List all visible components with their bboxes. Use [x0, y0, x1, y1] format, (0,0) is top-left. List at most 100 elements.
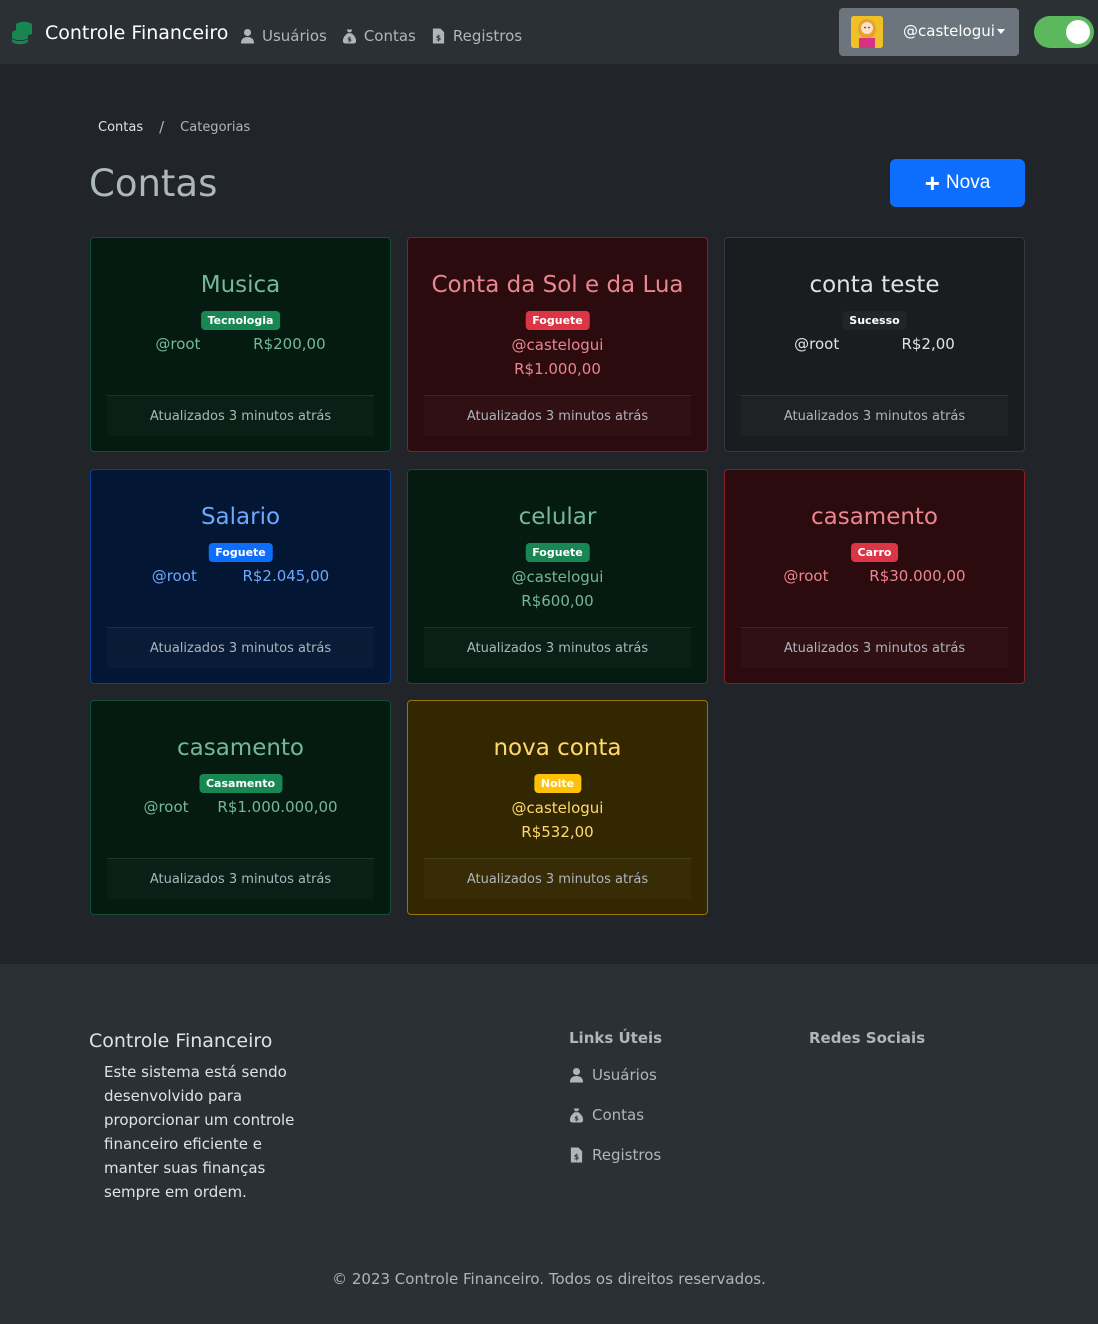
footer-link-label: Contas	[592, 1106, 645, 1124]
card-meta: @root R$1.000.000,00	[91, 797, 390, 817]
account-card[interactable]: nova conta Noite @castelogui R$532,00 At…	[407, 700, 708, 915]
card-user: @root	[783, 567, 829, 585]
breadcrumb-categorias[interactable]: Categorias	[180, 120, 250, 135]
account-card[interactable]: casamento Carro @root R$30.000,00 Atuali…	[724, 469, 1025, 684]
card-footer: Atualizados 3 minutos atrás	[424, 858, 691, 899]
breadcrumb: Contas / Categorias	[98, 118, 250, 136]
svg-text:$: $	[436, 34, 441, 43]
category-badge[interactable]: Tecnologia	[200, 311, 281, 330]
new-button-label: Nova	[945, 172, 991, 193]
category-badge[interactable]: Carro	[850, 543, 899, 562]
card-amount: R$532,00	[521, 823, 594, 841]
nav-link-label: Contas	[363, 27, 416, 45]
footer-social-title: Redes Sociais	[809, 1029, 926, 1047]
user-name: @castelogui	[903, 22, 995, 40]
card-footer: Atualizados 3 minutos atrás	[741, 395, 1008, 436]
nav-link-usuarios[interactable]: Usuários	[240, 24, 327, 48]
card-user: @root	[151, 567, 197, 585]
card-title: Salario	[200, 504, 281, 530]
card-meta: @castelogui R$1.000,00	[408, 333, 707, 381]
category-badge[interactable]: Foguete	[525, 543, 590, 562]
page-title: Contas	[89, 162, 218, 205]
card-meta: @root R$30.000,00	[725, 566, 1024, 586]
card-footer: Atualizados 3 minutos atrás	[107, 858, 374, 899]
footer-link-label: Registros	[592, 1146, 662, 1164]
nav-link-contas[interactable]: $ Contas	[342, 24, 416, 48]
copyright: © 2023 Controle Financeiro. Todos os dir…	[332, 1270, 766, 1288]
nav-link-registros[interactable]: $ Registros	[431, 24, 522, 48]
card-title: conta teste	[809, 272, 940, 298]
category-badge[interactable]: Foguete	[525, 311, 590, 330]
file-invoice-icon: $	[570, 1147, 583, 1163]
footer-link-registros[interactable]: $ Registros	[569, 1146, 661, 1164]
account-card[interactable]: Conta da Sol e da Lua Foguete @castelogu…	[407, 237, 708, 452]
category-badge[interactable]: Foguete	[208, 543, 273, 562]
footer-link-contas[interactable]: $ Contas	[569, 1106, 644, 1124]
card-footer: Atualizados 3 minutos atrás	[107, 395, 374, 436]
account-card[interactable]: Musica Tecnologia @root R$200,00 Atualiz…	[90, 237, 391, 452]
caret-down-icon	[997, 29, 1005, 34]
coins-icon	[12, 21, 32, 45]
card-title: celular	[518, 504, 597, 530]
user-dropdown-button[interactable]: @castelogui	[839, 8, 1019, 56]
footer-link-label: Usuários	[592, 1066, 657, 1084]
money-bag-icon: $	[342, 29, 356, 44]
svg-text:$: $	[574, 1115, 579, 1123]
account-card[interactable]: casamento Casamento @root R$1.000.000,00…	[90, 700, 391, 915]
theme-toggle[interactable]	[1034, 16, 1094, 48]
file-invoice-icon: $	[432, 28, 444, 44]
card-title: nova conta	[493, 735, 622, 761]
toggle-knob	[1066, 20, 1090, 44]
card-amount: R$600,00	[521, 592, 594, 610]
account-card[interactable]: Salario Foguete @root R$2.045,00 Atualiz…	[90, 469, 391, 684]
card-meta: @castelogui R$600,00	[408, 565, 707, 613]
card-footer: Atualizados 3 minutos atrás	[107, 627, 374, 668]
card-meta: @root R$2,00	[725, 334, 1024, 354]
category-badge[interactable]: Casamento	[198, 774, 283, 793]
user-icon	[240, 28, 255, 44]
footer-description: Este sistema está sendo desenvolvido par…	[104, 1063, 295, 1201]
nav-link-label: Usuários	[262, 27, 327, 45]
footer-links-title: Links Úteis	[569, 1029, 663, 1047]
card-amount: R$1.000,00	[514, 360, 601, 378]
brand-link[interactable]: Controle Financeiro	[11, 20, 228, 46]
card-amount: R$200,00	[253, 335, 326, 353]
svg-text:$: $	[574, 1153, 579, 1162]
nav-link-label: Registros	[452, 27, 523, 45]
new-account-button[interactable]: + Nova	[890, 159, 1025, 207]
breadcrumb-contas[interactable]: Contas	[98, 120, 143, 135]
card-user: @root	[794, 335, 840, 353]
card-meta: @root R$200,00	[91, 334, 390, 354]
card-footer: Atualizados 3 minutos atrás	[741, 627, 1008, 668]
breadcrumb-separator: /	[159, 118, 165, 136]
svg-text:$: $	[347, 36, 352, 44]
account-card[interactable]: conta teste Sucesso @root R$2,00 Atualiz…	[724, 237, 1025, 452]
card-amount: R$2.045,00	[242, 567, 330, 585]
card-footer: Atualizados 3 minutos atrás	[424, 395, 691, 436]
card-user: @castelogui	[511, 336, 604, 354]
brand-name: Controle Financeiro	[45, 22, 229, 44]
category-badge[interactable]: Sucesso	[842, 311, 907, 330]
card-amount: R$30.000,00	[869, 567, 966, 585]
card-title: Musica	[200, 272, 281, 298]
card-meta: @castelogui R$532,00	[408, 796, 707, 844]
card-user: @root	[155, 335, 201, 353]
footer-link-usuarios[interactable]: Usuários	[569, 1066, 657, 1084]
account-card[interactable]: celular Foguete @castelogui R$600,00 Atu…	[407, 469, 708, 684]
category-badge[interactable]: Noite	[533, 774, 582, 793]
avatar-image	[851, 16, 883, 48]
card-user: @castelogui	[511, 568, 604, 586]
user-icon	[569, 1067, 584, 1083]
site-footer: Controle Financeiro Este sistema está se…	[0, 964, 1098, 1324]
card-meta: @root R$2.045,00	[91, 566, 390, 586]
card-amount: R$2,00	[901, 335, 955, 353]
card-title: Conta da Sol e da Lua	[431, 272, 684, 298]
card-amount: R$1.000.000,00	[217, 798, 338, 816]
card-user: @castelogui	[511, 799, 604, 817]
footer-title: Controle Financeiro	[89, 1030, 273, 1052]
card-user: @root	[143, 798, 189, 816]
card-footer: Atualizados 3 minutos atrás	[424, 627, 691, 668]
card-title: casamento	[810, 504, 939, 530]
nav-links: Usuários $ Contas $ Registros	[240, 24, 522, 48]
avatar	[851, 16, 883, 48]
